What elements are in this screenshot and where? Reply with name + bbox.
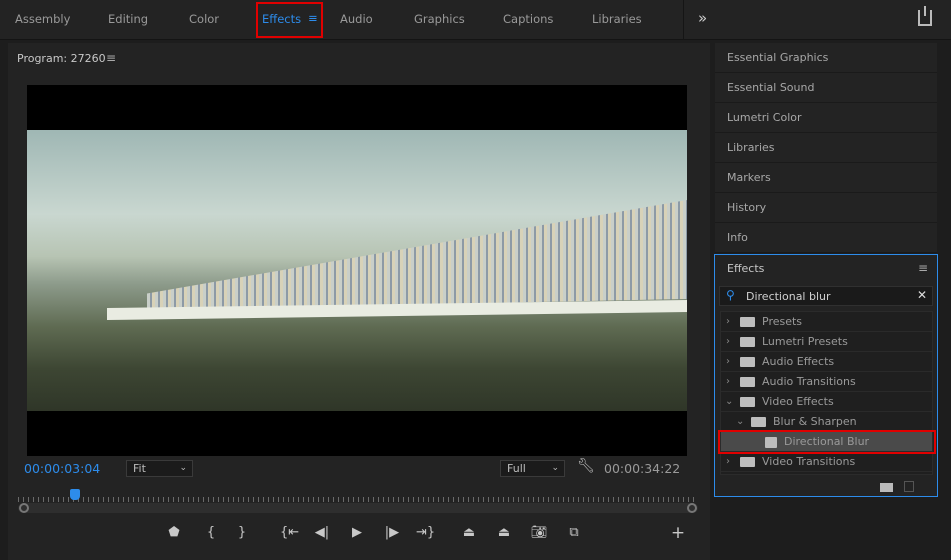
search-icon: ⚲ <box>726 288 735 302</box>
preset-folder-icon <box>740 317 755 327</box>
step-back-button[interactable]: ◀| <box>313 525 331 540</box>
video-viewport[interactable] <box>27 85 687 456</box>
tree-item-audio-effects[interactable]: › Audio Effects <box>721 352 932 372</box>
tree-item-presets[interactable]: › Presets <box>721 312 932 332</box>
folder-icon <box>751 417 766 427</box>
tree-item-label: Video Effects <box>762 395 834 408</box>
monitor-title: Program: 27260 <box>17 52 106 65</box>
panel-essential-graphics[interactable]: Essential Graphics <box>715 43 937 73</box>
new-bin-icon[interactable] <box>880 483 893 492</box>
tab-editing[interactable]: Editing <box>108 12 148 26</box>
tab-color[interactable]: Color <box>189 12 219 26</box>
resolution-select[interactable]: Full ⌄ <box>500 460 565 477</box>
current-timecode[interactable]: 00:00:03:04 <box>24 461 100 476</box>
chevron-down-icon: ⌄ <box>179 463 187 473</box>
step-forward-button[interactable]: |▶ <box>383 525 401 540</box>
wrench-icon[interactable]: 🔧︎ <box>577 458 595 474</box>
extract-button[interactable]: ⏏ <box>495 525 513 540</box>
effects-search: ⚲ ✕ <box>719 286 933 306</box>
zoom-select[interactable]: Fit ⌄ <box>126 460 193 477</box>
tree-item-lumetri-presets[interactable]: › Lumetri Presets <box>721 332 932 352</box>
zoom-value: Fit <box>133 462 146 475</box>
duration-timecode: 00:00:34:22 <box>604 461 681 476</box>
panel-libraries[interactable]: Libraries <box>715 133 937 163</box>
grandstand-image <box>147 200 687 310</box>
tab-graphics[interactable]: Graphics <box>414 12 465 26</box>
resolution-value: Full <box>507 462 526 475</box>
chevron-down-icon: ⌄ <box>551 463 559 473</box>
panel-markers[interactable]: Markers <box>715 163 937 193</box>
panel-essential-sound[interactable]: Essential Sound <box>715 73 937 103</box>
tree-item-label: Lumetri Presets <box>762 335 848 348</box>
play-button[interactable]: ▶ <box>348 525 366 540</box>
add-button[interactable]: + <box>669 523 687 543</box>
tree-item-label: Presets <box>762 315 803 328</box>
chevron-right-icon: › <box>726 336 730 347</box>
tree-item-label: Audio Transitions <box>762 375 856 388</box>
effects-menu-icon[interactable]: ≡ <box>918 261 928 275</box>
tab-assembly[interactable]: Assembly <box>15 12 70 26</box>
chevron-right-icon: › <box>726 356 730 367</box>
marker-button[interactable]: ⬟ <box>165 525 183 540</box>
panel-info[interactable]: Info <box>715 223 937 253</box>
highlight-box <box>718 430 936 454</box>
playhead[interactable] <box>70 489 81 500</box>
share-icon[interactable] <box>918 6 932 26</box>
tree-item-audio-transitions[interactable]: › Audio Transitions <box>721 372 932 392</box>
chevron-right-icon: › <box>726 456 730 467</box>
clear-search-icon[interactable]: ✕ <box>917 288 927 302</box>
zoom-scrollbar[interactable] <box>18 503 698 513</box>
tab-libraries[interactable]: Libraries <box>592 12 642 26</box>
program-monitor: Program: 27260 ≡ 00:00:03:04 Fit ⌄ Full ⌄ … <box>8 43 710 560</box>
video-frame <box>27 130 687 411</box>
panel-lumetri-color[interactable]: Lumetri Color <box>715 103 937 133</box>
chevron-down-icon: ⌄ <box>736 416 745 427</box>
overflow-icon[interactable]: » <box>698 9 707 27</box>
export-frame-camera-icon[interactable]: 📷︎ <box>530 525 548 540</box>
effects-search-input[interactable] <box>746 288 906 304</box>
tree-item-label: Audio Effects <box>762 355 835 368</box>
chevron-right-icon: › <box>726 376 730 387</box>
panel-history[interactable]: History <box>715 193 937 223</box>
preset-folder-icon <box>740 337 755 347</box>
folder-icon <box>740 377 755 387</box>
go-to-in-button[interactable]: {⇤ <box>280 525 299 540</box>
tree-item-video-transitions[interactable]: › Video Transitions <box>721 452 932 472</box>
tab-captions[interactable]: Captions <box>503 12 553 26</box>
comparison-view-button[interactable]: ⧉ <box>565 525 583 540</box>
monitor-menu-icon[interactable]: ≡ <box>106 51 116 65</box>
workspace-bar: Assembly Editing Color Effects ≡ Audio G… <box>0 0 951 40</box>
folder-icon <box>740 397 755 407</box>
folder-icon <box>740 457 755 467</box>
go-to-out-button[interactable]: ⇥} <box>416 525 435 540</box>
highlight-box <box>256 2 323 38</box>
tree-item-label: Blur & Sharpen <box>773 415 857 428</box>
chevron-right-icon: › <box>726 316 730 327</box>
chevron-down-icon: ⌄ <box>725 396 734 407</box>
time-ruler[interactable] <box>18 490 698 502</box>
effects-panel: Effects ≡ ⚲ ✕ ›Presets ›Lumetri Presets … <box>714 254 938 497</box>
mark-in-button[interactable]: { <box>202 525 220 540</box>
scroll-handle-left[interactable] <box>19 503 29 513</box>
tab-audio[interactable]: Audio <box>340 12 373 26</box>
folder-icon <box>740 357 755 367</box>
mark-out-button[interactable]: } <box>233 525 251 540</box>
tree-item-label: Video Transitions <box>762 455 856 468</box>
scroll-handle-right[interactable] <box>687 503 697 513</box>
divider <box>683 0 684 40</box>
tree-item-blur-sharpen[interactable]: ⌄ Blur & Sharpen <box>721 412 932 432</box>
tree-item-video-effects[interactable]: ⌄ Video Effects <box>721 392 932 412</box>
trash-icon[interactable] <box>904 481 914 492</box>
effects-title: Effects <box>727 262 765 275</box>
lift-button[interactable]: ⏏ <box>460 525 478 540</box>
right-panel-stack: Essential Graphics Essential Sound Lumet… <box>715 43 937 253</box>
